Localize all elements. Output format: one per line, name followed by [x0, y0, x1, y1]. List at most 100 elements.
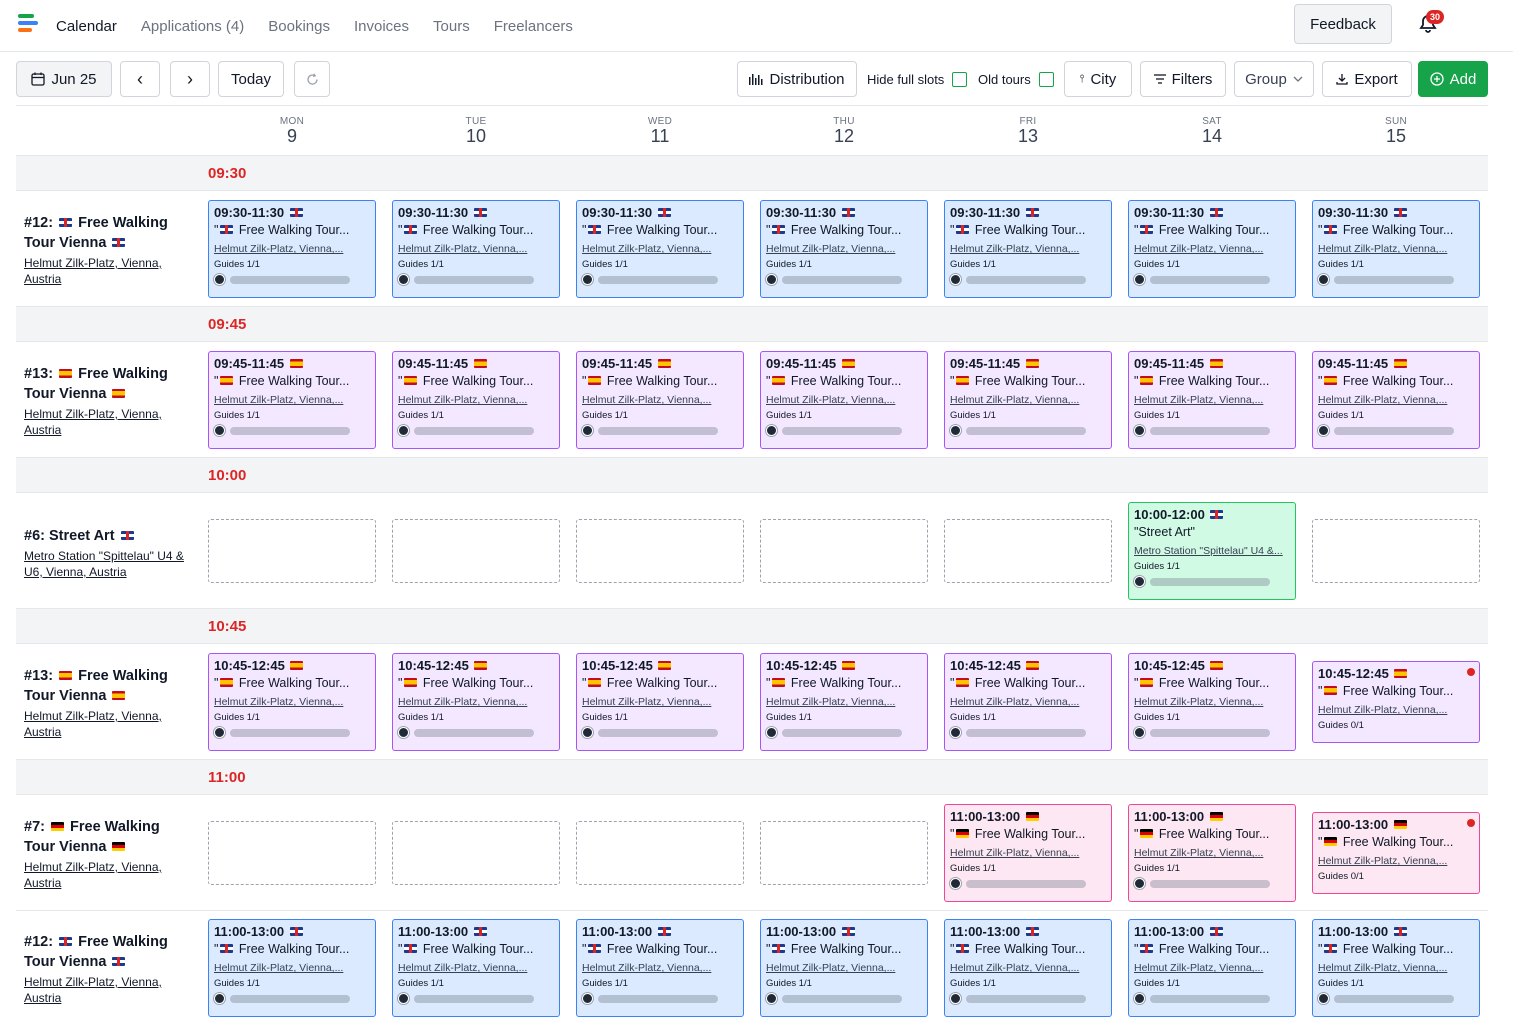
slot-location-link[interactable]: Helmut Zilk-Platz, Vienna,... [214, 393, 370, 408]
guide-entry[interactable] [1318, 993, 1474, 1004]
city-button[interactable]: ⫯ City [1064, 61, 1132, 97]
nav-applications[interactable]: Applications (4) [141, 18, 244, 35]
empty-slot[interactable] [208, 519, 376, 583]
empty-slot[interactable] [392, 519, 560, 583]
guide-entry[interactable] [1134, 274, 1290, 285]
slot-location-link[interactable]: Helmut Zilk-Platz, Vienna,... [398, 242, 554, 257]
filters-button[interactable]: Filters [1140, 61, 1226, 97]
tour-slot-card[interactable]: 10:45-12:45 " Free Walking Tour... Helmut… [760, 653, 928, 751]
next-week-button[interactable]: › [170, 61, 210, 97]
tour-slot-card[interactable]: 10:45-12:45 " Free Walking Tour... Helmut… [944, 653, 1112, 751]
tour-title[interactable]: #13: Free Walking Tour Vienna [24, 364, 194, 404]
day-header-fri[interactable]: FRI 13 [944, 116, 1112, 145]
slot-location-link[interactable]: Helmut Zilk-Platz, Vienna,... [582, 242, 738, 257]
refresh-button[interactable] [294, 61, 330, 97]
slot-location-link[interactable]: Helmut Zilk-Platz, Vienna,... [950, 393, 1106, 408]
tour-slot-card[interactable]: 11:00-13:00 " Free Walking Tour... Helmut… [1312, 919, 1480, 1017]
guide-entry[interactable] [766, 425, 922, 436]
guide-entry[interactable] [1134, 727, 1290, 738]
guide-entry[interactable] [582, 425, 738, 436]
slot-location-link[interactable]: Helmut Zilk-Platz, Vienna,... [398, 393, 554, 408]
day-header-mon[interactable]: MON 9 [208, 116, 376, 145]
slot-location-link[interactable]: Helmut Zilk-Platz, Vienna,... [950, 961, 1106, 976]
guide-entry[interactable] [950, 993, 1106, 1004]
slot-location-link[interactable]: Helmut Zilk-Platz, Vienna,... [214, 695, 370, 710]
guide-entry[interactable] [1134, 878, 1290, 889]
guide-entry[interactable] [582, 993, 738, 1004]
guide-entry[interactable] [766, 274, 922, 285]
tour-address-link[interactable]: Helmut Zilk-Platz, Vienna, Austria [24, 406, 194, 438]
guide-entry[interactable] [950, 727, 1106, 738]
nav-tours[interactable]: Tours [433, 18, 470, 35]
tour-slot-card[interactable]: 10:45-12:45 " Free Walking Tour... Helmut… [392, 653, 560, 751]
empty-slot[interactable] [208, 821, 376, 885]
empty-slot[interactable] [1312, 519, 1480, 583]
tour-address-link[interactable]: Metro Station "Spittelau" U4 & U6, Vienn… [24, 548, 194, 580]
tour-slot-card[interactable]: 10:45-12:45 " Free Walking Tour... Helmut… [208, 653, 376, 751]
tour-title[interactable]: #7: Free Walking Tour Vienna [24, 817, 194, 857]
slot-location-link[interactable]: Helmut Zilk-Platz, Vienna,... [582, 695, 738, 710]
tour-address-link[interactable]: Helmut Zilk-Platz, Vienna, Austria [24, 859, 194, 891]
slot-location-link[interactable]: Helmut Zilk-Platz, Vienna,... [1134, 393, 1290, 408]
tour-slot-card[interactable]: 09:30-11:30 " Free Walking Tour... Helmut… [392, 200, 560, 298]
slot-location-link[interactable]: Helmut Zilk-Platz, Vienna,... [582, 393, 738, 408]
slot-location-link[interactable]: Helmut Zilk-Platz, Vienna,... [766, 695, 922, 710]
tour-slot-card[interactable]: 10:45-12:45 " Free Walking Tour... Helmut… [1128, 653, 1296, 751]
guide-entry[interactable] [766, 727, 922, 738]
tour-slot-card[interactable]: 09:30-11:30 " Free Walking Tour... Helmut… [944, 200, 1112, 298]
guide-entry[interactable] [398, 425, 554, 436]
day-header-sun[interactable]: SUN 15 [1312, 116, 1480, 145]
guide-entry[interactable] [1134, 993, 1290, 1004]
tour-slot-card[interactable]: 11:00-13:00 " Free Walking Tour... Helmut… [1128, 919, 1296, 1017]
slot-location-link[interactable]: Metro Station "Spittelau" U4 &... [1134, 544, 1290, 559]
slot-location-link[interactable]: Helmut Zilk-Platz, Vienna,... [950, 695, 1106, 710]
tour-slot-card[interactable]: 10:00-12:00 "Street Art" Metro Station "S… [1128, 502, 1296, 600]
guide-entry[interactable] [214, 425, 370, 436]
tour-slot-card[interactable]: 09:45-11:45 " Free Walking Tour... Helmut… [760, 351, 928, 449]
tour-address-link[interactable]: Helmut Zilk-Platz, Vienna, Austria [24, 974, 194, 1006]
export-button[interactable]: Export [1322, 61, 1412, 97]
date-picker-button[interactable]: Jun 25 [16, 61, 112, 97]
tour-slot-card[interactable]: 10:45-12:45 " Free Walking Tour... Helmut… [1312, 661, 1480, 743]
distribution-button[interactable]: Distribution [737, 61, 857, 97]
empty-slot[interactable] [760, 519, 928, 583]
hide-full-slots-checkbox[interactable] [952, 71, 968, 87]
guide-entry[interactable] [582, 274, 738, 285]
guide-entry[interactable] [1134, 425, 1290, 436]
guide-entry[interactable] [582, 727, 738, 738]
slot-location-link[interactable]: Helmut Zilk-Platz, Vienna,... [1318, 242, 1474, 257]
hide-full-slots-toggle[interactable]: Hide full slots [867, 61, 968, 97]
tour-slot-card[interactable]: 09:30-11:30 " Free Walking Tour... Helmut… [576, 200, 744, 298]
slot-location-link[interactable]: Helmut Zilk-Platz, Vienna,... [398, 695, 554, 710]
tour-slot-card[interactable]: 09:45-11:45 " Free Walking Tour... Helmut… [392, 351, 560, 449]
tour-slot-card[interactable]: 11:00-13:00 " Free Walking Tour... Helmut… [944, 804, 1112, 902]
empty-slot[interactable] [576, 821, 744, 885]
tour-title[interactable]: #13: Free Walking Tour Vienna [24, 666, 194, 706]
old-tours-toggle[interactable]: Old tours [978, 61, 1054, 97]
app-logo-icon[interactable] [18, 14, 38, 34]
prev-week-button[interactable]: ‹ [120, 61, 160, 97]
nav-bookings[interactable]: Bookings [268, 18, 330, 35]
day-header-wed[interactable]: WED 11 [576, 116, 744, 145]
slot-location-link[interactable]: Helmut Zilk-Platz, Vienna,... [1134, 961, 1290, 976]
tour-slot-card[interactable]: 11:00-13:00 " Free Walking Tour... Helmut… [1128, 804, 1296, 902]
slot-location-link[interactable]: Helmut Zilk-Platz, Vienna,... [766, 393, 922, 408]
guide-entry[interactable] [398, 727, 554, 738]
slot-location-link[interactable]: Helmut Zilk-Platz, Vienna,... [1134, 846, 1290, 861]
tour-slot-card[interactable]: 09:30-11:30 " Free Walking Tour... Helmut… [1312, 200, 1480, 298]
guide-entry[interactable] [1318, 425, 1474, 436]
day-header-tue[interactable]: TUE 10 [392, 116, 560, 145]
guide-entry[interactable] [950, 878, 1106, 889]
empty-slot[interactable] [392, 821, 560, 885]
tour-slot-card[interactable]: 09:45-11:45 " Free Walking Tour... Helmut… [576, 351, 744, 449]
nav-calendar[interactable]: Calendar [56, 18, 117, 35]
slot-location-link[interactable]: Helmut Zilk-Platz, Vienna,... [214, 961, 370, 976]
slot-location-link[interactable]: Helmut Zilk-Platz, Vienna,... [950, 242, 1106, 257]
tour-slot-card[interactable]: 09:45-11:45 " Free Walking Tour... Helmut… [944, 351, 1112, 449]
slot-location-link[interactable]: Helmut Zilk-Platz, Vienna,... [766, 242, 922, 257]
guide-entry[interactable] [950, 425, 1106, 436]
day-header-sat[interactable]: SAT 14 [1128, 116, 1296, 145]
guide-entry[interactable] [1134, 576, 1290, 587]
tour-slot-card[interactable]: 09:45-11:45 " Free Walking Tour... Helmut… [1128, 351, 1296, 449]
nav-freelancers[interactable]: Freelancers [494, 18, 573, 35]
